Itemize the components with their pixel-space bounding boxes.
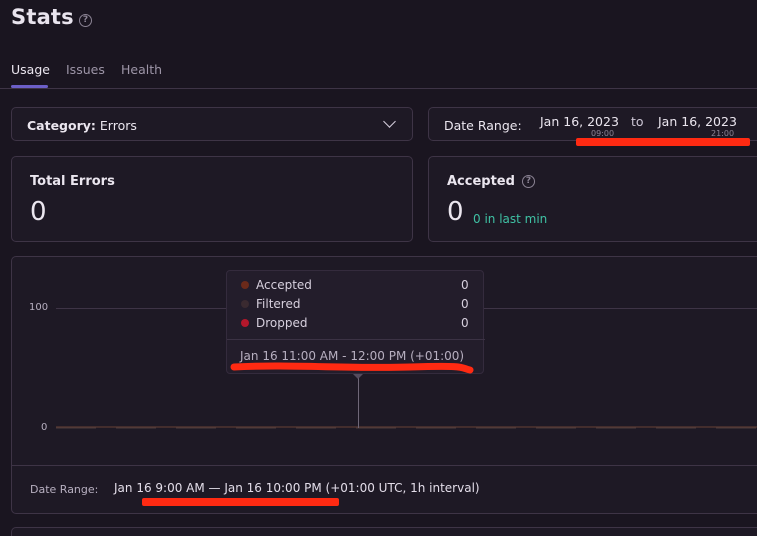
category-value: Errors [99,118,137,133]
total-errors-value: 0 [30,197,47,227]
tab-usage[interactable]: Usage [11,62,50,77]
date-range-picker[interactable]: Date Range: Jan 16, 2023 09:00 to Jan 16… [428,107,757,141]
gridline-100 [484,308,757,309]
y-tick-0: 0 [41,422,48,433]
tooltip-accepted-label: Accepted [256,278,312,292]
annotation-underline [576,138,750,146]
tooltip-dropped-label: Dropped [256,316,308,330]
hover-line [358,374,359,428]
chart-footer-divider [11,465,757,466]
next-panel [11,527,757,536]
footer-date-range-value: Jan 16 9:00 AM — Jan 16 10:00 PM (+01:00… [114,481,480,495]
tooltip-dropped-value: 0 [461,316,469,330]
accepted-legend-dot [241,281,249,289]
accepted-card: Accepted ? 0 0 in last min [428,156,757,242]
page-title: Stats [11,5,74,29]
tooltip-divider [227,339,485,340]
dropped-legend-dot [241,319,249,327]
tabs-divider [0,88,757,89]
accepted-value: 0 [447,197,464,227]
help-icon[interactable]: ? [79,14,92,27]
end-date[interactable]: Jan 16, 2023 [658,114,737,129]
y-tick-100: 100 [29,302,49,313]
accepted-title: Accepted [447,174,515,189]
date-range-to: to [631,114,644,129]
tooltip-filtered-label: Filtered [256,297,301,311]
accepted-last-min: 0 in last min [473,212,548,226]
tooltip-filtered-value: 0 [461,297,469,311]
footer-date-range-label: Date Range: [30,483,99,496]
total-errors-card: Total Errors 0 [11,156,413,242]
start-date[interactable]: Jan 16, 2023 [540,114,619,129]
filtered-legend-dot [241,300,249,308]
date-range-label: Date Range: [444,118,522,133]
series-lines [56,426,757,429]
gridline-100 [56,308,226,309]
end-time: 21:00 [711,129,735,138]
tab-health[interactable]: Health [121,62,162,77]
category-label: Category: [27,118,96,133]
category-select[interactable]: Category: Errors [11,107,413,141]
annotation-scribble [230,362,474,374]
tooltip-accepted-value: 0 [461,278,469,292]
start-time: 09:00 [591,129,615,138]
total-errors-title: Total Errors [30,174,115,189]
category-select-label: Category: Errors [27,118,137,133]
annotation-underline [142,498,339,506]
tab-issues[interactable]: Issues [66,62,105,77]
help-icon[interactable]: ? [522,175,535,188]
